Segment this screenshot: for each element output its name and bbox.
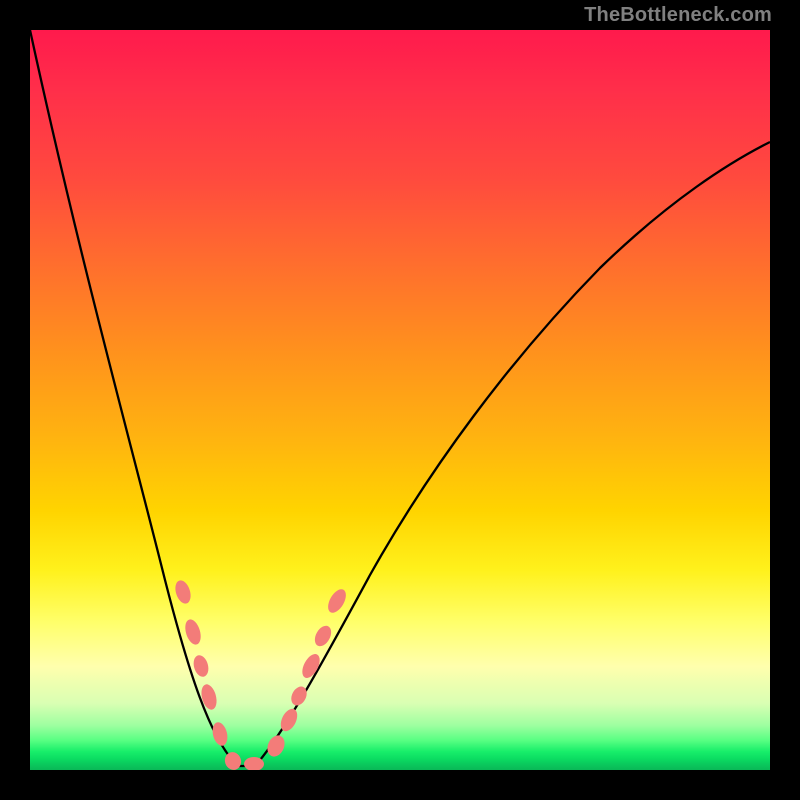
dot-cluster-left: [173, 578, 264, 770]
chart-frame: TheBottleneck.com: [0, 0, 800, 800]
watermark-label: TheBottleneck.com: [584, 4, 772, 27]
dot-cluster-right: [264, 586, 349, 759]
bottleneck-curve: [30, 30, 770, 766]
plot-area: [30, 30, 770, 770]
curve-layer: [30, 30, 770, 770]
